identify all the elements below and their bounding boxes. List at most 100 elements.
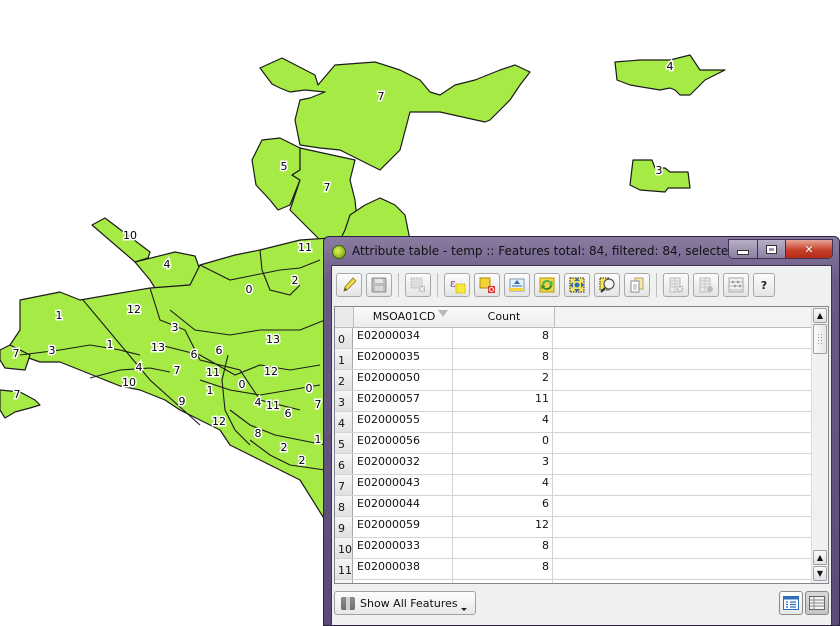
table-row[interactable]: 7 E02000043 4: [335, 475, 811, 496]
map-label: 1: [315, 433, 322, 446]
row-header[interactable]: 9: [335, 517, 353, 537]
cell-msoa01cd[interactable]: E02000032: [354, 454, 453, 474]
map-label: 4: [136, 361, 143, 374]
cell-msoa01cd[interactable]: E02000035: [354, 349, 453, 369]
cell-count[interactable]: 4: [454, 412, 553, 432]
maximize-button[interactable]: [758, 240, 786, 258]
cell-msoa01cd[interactable]: E02000043: [354, 475, 453, 495]
scroll-up-button[interactable]: ▲: [813, 308, 827, 323]
cell-count[interactable]: 11: [454, 391, 553, 411]
cell-msoa01cd[interactable]: E02000057: [354, 391, 453, 411]
map-label: 0: [246, 283, 253, 296]
move-to-top-icon: [509, 278, 525, 292]
bottom-bar: Show All Features: [332, 584, 831, 620]
zoom-to-selected-icon: [599, 277, 615, 293]
cell-count[interactable]: 8: [454, 349, 553, 369]
field-calculator-icon: [728, 277, 744, 293]
table-row[interactable]: 5 E02000056 0: [335, 433, 811, 454]
cell-count[interactable]: 0: [454, 433, 553, 453]
cell-msoa01cd[interactable]: E02000050: [354, 370, 453, 390]
map-label: 2: [292, 274, 299, 287]
cell-count[interactable]: 8: [454, 538, 553, 558]
save-edits-button[interactable]: [366, 273, 392, 297]
toolbar-separator: [437, 273, 438, 297]
map-label: 4: [667, 60, 674, 73]
pan-map-to-selected-button[interactable]: [564, 273, 590, 297]
table-row[interactable]: 1 E02000035 8: [335, 349, 811, 370]
table-row[interactable]: 0 E02000034 8: [335, 328, 811, 349]
delete-column-button[interactable]: [663, 273, 689, 297]
field-calculator-button[interactable]: [723, 273, 749, 297]
vertical-scrollbar[interactable]: ▲ ▲ ▼: [811, 307, 828, 583]
row-header[interactable]: 6: [335, 454, 353, 474]
cell-count[interactable]: 4: [454, 475, 553, 495]
table-row[interactable]: 10 E02000033 8: [335, 538, 811, 559]
cell-msoa01cd[interactable]: E02000044: [354, 496, 453, 516]
row-header[interactable]: 11: [335, 559, 353, 579]
title-bar[interactable]: Attribute table - temp :: Features total…: [324, 237, 839, 265]
window-client-area: ε ? MSOA01CD Count 0 E02000034 8 1 E0200…: [331, 265, 832, 625]
minimize-button[interactable]: [729, 240, 758, 258]
map-label: 1: [107, 338, 114, 351]
cell-count[interactable]: 8: [454, 559, 553, 579]
row-header[interactable]: 4: [335, 412, 353, 432]
new-column-button[interactable]: [693, 273, 719, 297]
zoom-map-to-selected-button[interactable]: [594, 273, 620, 297]
table-row[interactable]: 3 E02000057 11: [335, 391, 811, 412]
cell-msoa01cd[interactable]: E02000033: [354, 538, 453, 558]
cell-count[interactable]: 12: [454, 517, 553, 537]
table-row[interactable]: 11 E02000038 8: [335, 559, 811, 580]
unselect-all-button[interactable]: [474, 273, 500, 297]
table-row[interactable]: 9 E02000059 12: [335, 517, 811, 538]
help-button[interactable]: ?: [753, 273, 775, 297]
row-header[interactable]: 1: [335, 349, 353, 369]
table-row[interactable]: 2 E02000050 2: [335, 370, 811, 391]
table-row[interactable]: 4 E02000055 4: [335, 412, 811, 433]
cell-count[interactable]: 3: [454, 454, 553, 474]
row-header[interactable]: 7: [335, 475, 353, 495]
row-header[interactable]: 5: [335, 433, 353, 453]
row-header[interactable]: 8: [335, 496, 353, 516]
map-label: 2: [281, 441, 288, 454]
cell-count[interactable]: 2: [454, 370, 553, 390]
table-corner-button[interactable]: [335, 307, 354, 327]
unselect-icon: [479, 277, 495, 293]
cell-count[interactable]: 6: [454, 496, 553, 516]
cell-msoa01cd[interactable]: E02000038: [354, 559, 453, 579]
row-header[interactable]: 0: [335, 328, 353, 348]
row-header[interactable]: 2: [335, 370, 353, 390]
scroll-down-button[interactable]: ▼: [813, 566, 827, 581]
row-header[interactable]: 10: [335, 538, 353, 558]
maximize-icon: [766, 244, 777, 254]
toggle-editing-button[interactable]: [336, 273, 362, 297]
map-label: 7: [14, 388, 21, 401]
table-view-icon: [809, 596, 825, 610]
close-button[interactable]: ✕: [786, 240, 832, 258]
copy-selected-rows-button[interactable]: [624, 273, 650, 297]
table-view-button[interactable]: [805, 591, 829, 615]
show-all-features-button[interactable]: Show All Features: [334, 591, 476, 615]
move-selection-to-top-button[interactable]: [504, 273, 530, 297]
window-title: Attribute table - temp :: Features total…: [352, 244, 752, 258]
cell-msoa01cd[interactable]: E02000056: [354, 433, 453, 453]
cell-msoa01cd[interactable]: E02000034: [354, 328, 453, 348]
row-header[interactable]: 3: [335, 391, 353, 411]
column-header-count[interactable]: Count: [454, 307, 555, 327]
scroll-page-up-button[interactable]: ▲: [813, 550, 827, 565]
delete-selected-button[interactable]: [405, 273, 431, 297]
table-row[interactable]: 8 E02000044 6: [335, 496, 811, 517]
invert-selection-button[interactable]: [534, 273, 560, 297]
map-label: 1: [207, 384, 214, 397]
map-label: 9: [179, 395, 186, 408]
scroll-thumb[interactable]: [813, 324, 827, 354]
map-label: 0: [239, 378, 246, 391]
cell-msoa01cd[interactable]: E02000059: [354, 517, 453, 537]
select-by-expression-button[interactable]: ε: [444, 273, 470, 297]
cell-msoa01cd[interactable]: E02000055: [354, 412, 453, 432]
form-view-button[interactable]: [779, 591, 803, 615]
map-label: 12: [212, 415, 226, 428]
column-header-msoa01cd[interactable]: MSOA01CD: [354, 307, 455, 327]
column-header-label: MSOA01CD: [372, 310, 436, 323]
table-row[interactable]: 6 E02000032 3: [335, 454, 811, 475]
cell-count[interactable]: 8: [454, 328, 553, 348]
